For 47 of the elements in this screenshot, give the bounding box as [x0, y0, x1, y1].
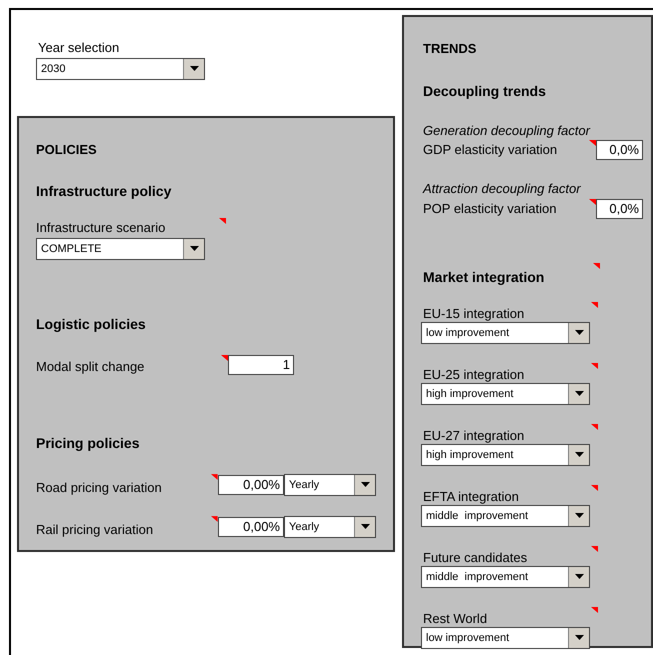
factor-caption: Attraction decoupling factor — [423, 180, 582, 198]
integration-dropdown[interactable]: low improvement — [421, 626, 590, 648]
period-dropdown[interactable]: Yearly — [284, 516, 376, 538]
percent-field[interactable]: 0,0% — [596, 140, 643, 160]
caret-icon — [568, 322, 589, 342]
field-label: EU-15 integration — [423, 306, 524, 322]
scenario-dropdown[interactable]: COMPLETE — [36, 238, 205, 260]
percent-field[interactable]: 0,00% — [218, 474, 284, 494]
caret-icon — [354, 474, 375, 494]
field-label: Rest World — [423, 610, 488, 626]
field-label: Road pricing variation — [36, 480, 162, 494]
integration-dropdown[interactable]: high improvement — [421, 382, 590, 404]
period-dropdown[interactable]: Yearly — [284, 474, 376, 496]
number-field[interactable]: 1 — [228, 354, 294, 374]
percent-field[interactable]: 0,00% — [218, 516, 284, 536]
section-heading: Decoupling trends — [423, 82, 547, 101]
field-label: EU-27 integration — [423, 428, 524, 444]
caret-icon — [568, 566, 589, 586]
year-label: Year selection — [38, 39, 120, 57]
integration-dropdown[interactable]: middle improvement — [421, 504, 590, 526]
section-heading: Logistic policies — [36, 314, 147, 334]
field-label: GDP elasticity variation — [423, 141, 558, 159]
panel-title: TRENDS — [423, 40, 478, 58]
caret-icon — [354, 516, 375, 536]
caret-icon — [183, 58, 204, 78]
caret-icon — [568, 628, 589, 648]
field-label: Future candidates — [423, 550, 528, 566]
integration-dropdown[interactable]: middle improvement — [421, 566, 590, 588]
integration-dropdown[interactable]: low improvement — [421, 322, 590, 344]
caret-icon — [568, 506, 589, 526]
caret-icon — [568, 444, 589, 464]
integration-dropdown[interactable]: high improvement — [421, 444, 590, 466]
field-label: Infrastructure scenario — [36, 219, 166, 237]
section-heading: Pricing policies — [36, 434, 140, 453]
field-label: Modal split change — [36, 358, 144, 374]
field-label: POP elasticity variation — [423, 200, 558, 218]
field-label: Rail pricing variation — [36, 522, 154, 536]
percent-field[interactable]: 0,0% — [596, 198, 643, 218]
field-label: EU-25 integration — [423, 366, 524, 382]
section-heading: Infrastructure policy — [36, 182, 172, 201]
field-label: EFTA integration — [423, 488, 519, 504]
caret-icon — [183, 238, 204, 258]
panel-title: POLICIES — [36, 140, 98, 158]
year-dropdown[interactable]: 2030 — [36, 58, 205, 80]
caret-icon — [568, 384, 589, 404]
factor-caption: Generation decoupling factor — [423, 122, 592, 140]
section-heading: Market integration — [423, 268, 544, 287]
